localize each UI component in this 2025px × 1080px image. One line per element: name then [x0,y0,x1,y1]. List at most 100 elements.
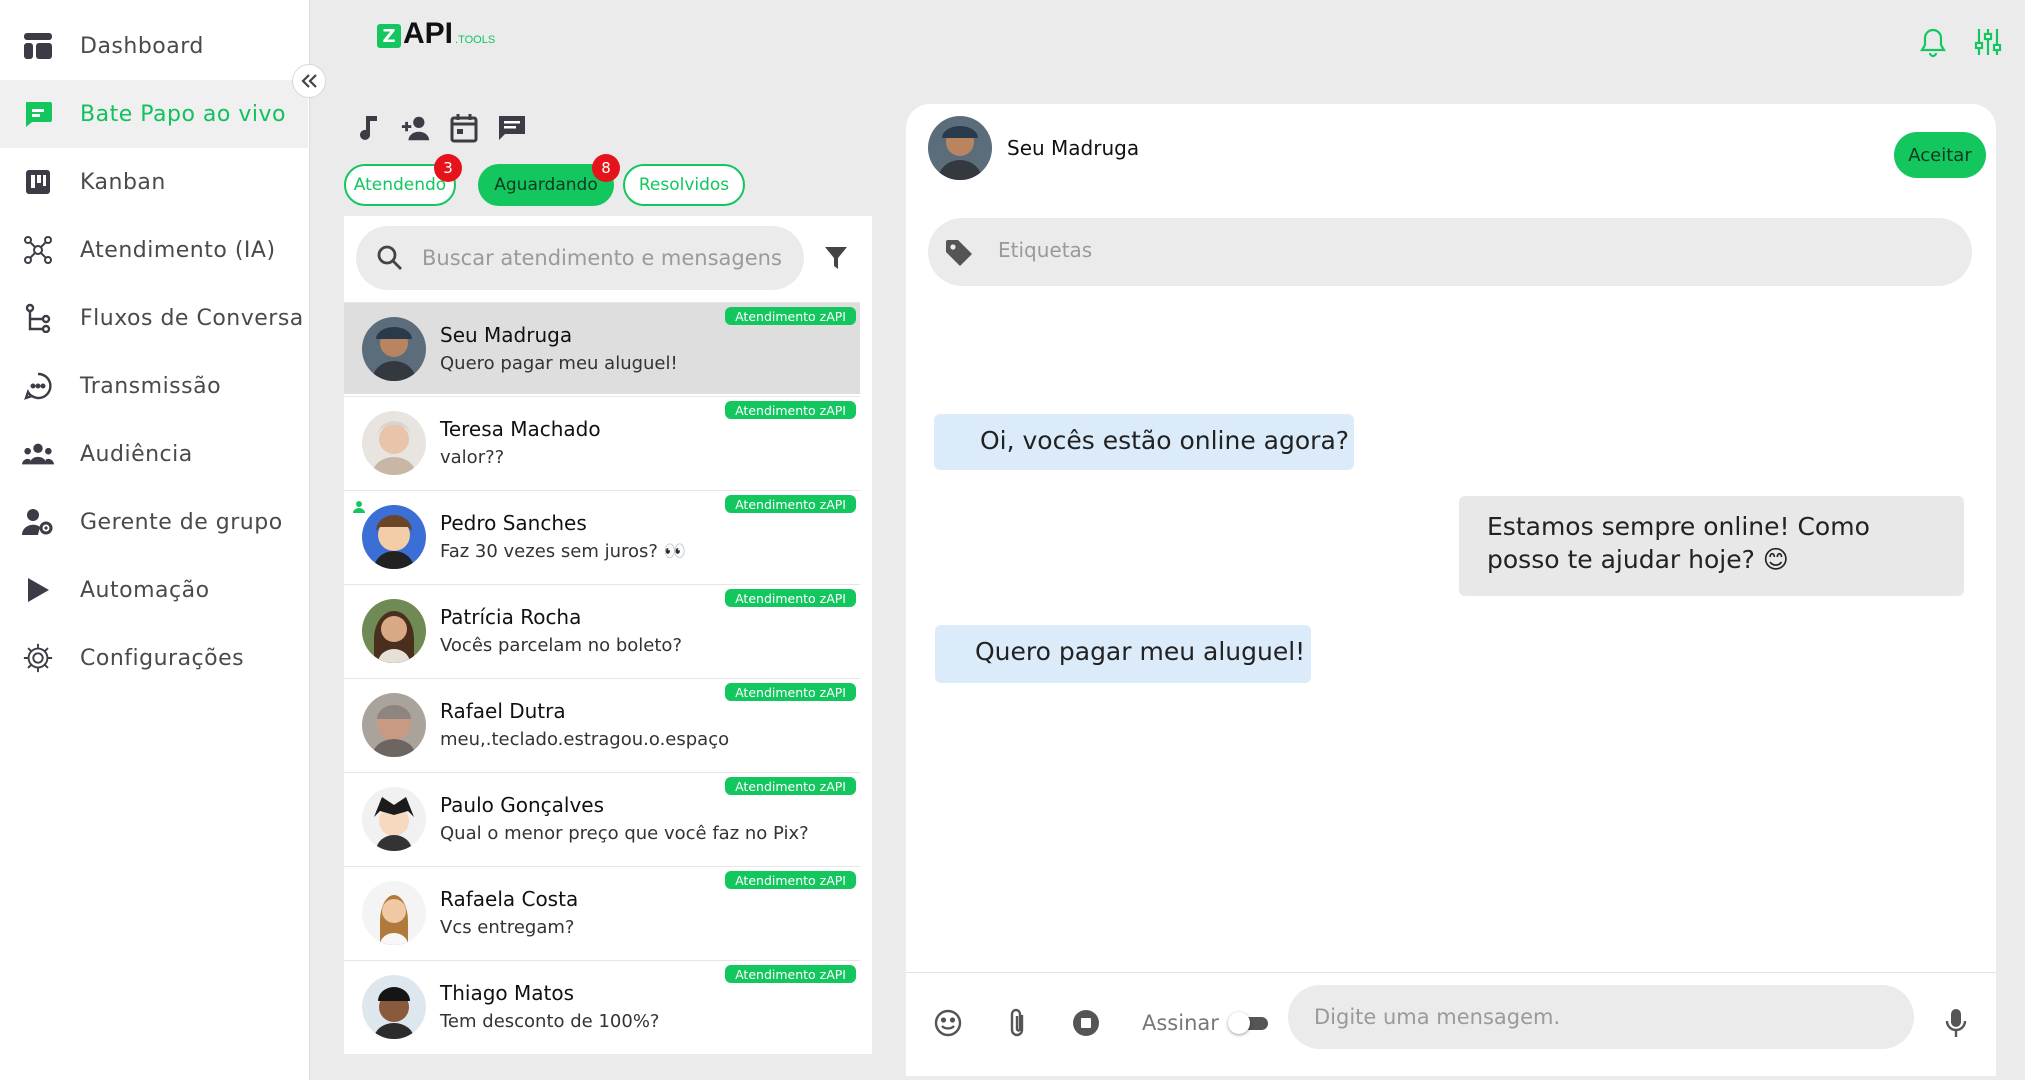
contact-name: Teresa Machado [440,417,601,441]
sidebar-item-label: Gerente de grupo [80,509,283,535]
conversation-item[interactable]: Patrícia Rocha Vocês parcelam no boleto?… [344,584,860,676]
microphone-icon[interactable] [1938,1005,1974,1041]
sidebar-item-label: Atendimento (IA) [80,237,276,263]
paperclip-icon[interactable] [1000,1005,1036,1041]
avatar [362,505,426,569]
queue-tag: Atendimento zAPI [725,495,856,513]
sidebar-item-live-chat[interactable]: Bate Papo ao vivo [0,80,308,148]
sidebar-item-label: Automação [80,577,210,603]
assigned-user-icon [352,500,366,514]
toggle-knob [1228,1012,1250,1034]
sidebar-item-label: Bate Papo ao vivo [80,101,286,127]
music-note-icon[interactable] [352,112,384,144]
group-manager-icon [22,506,54,538]
message-preview: valor?? [440,447,505,468]
tab-label: Resolvidos [638,175,730,195]
ai-network-icon [22,234,54,266]
message-icon[interactable] [496,112,528,144]
tab-resolvidos[interactable]: Resolvidos [623,164,745,206]
stop-icon[interactable] [1068,1005,1104,1041]
message-composer: Assinar [906,972,1996,1076]
message-input[interactable] [1288,985,1914,1049]
outgoing-message: Estamos sempre online! Como posso te aju… [1459,496,1964,596]
add-user-icon[interactable] [400,112,432,144]
conversation-item[interactable]: Pedro Sanches Faz 30 vezes sem juros? 👀 … [344,490,860,582]
sidebar-item-label: Transmissão [80,373,222,399]
chat-icon [22,98,54,130]
emoji-icon[interactable] [930,1005,966,1041]
message-preview: Tem desconto de 100%? [440,1011,660,1032]
sidebar: Dashboard Bate Papo ao vivo Kanban Atend… [0,0,310,1080]
queue-tag: Atendimento zAPI [725,307,856,325]
avatar [362,411,426,475]
conversation-item[interactable]: Thiago Matos Tem desconto de 100%? Atend… [344,960,860,1052]
queue-tag: Atendimento zAPI [725,683,856,701]
contact-name: Rafaela Costa [440,887,579,911]
sidebar-item-kanban[interactable]: Kanban [0,148,308,216]
double-chevron-left-icon [300,73,318,89]
flow-icon [22,302,54,334]
tab-atendendo[interactable]: Atendendo 3 [344,154,462,206]
contact-name: Thiago Matos [440,981,575,1005]
queue-tag: Atendimento zAPI [725,777,856,795]
sidebar-item-automation[interactable]: Automação [0,556,308,624]
conversation-item[interactable]: Seu Madruga Quero pagar meu aluguel! Ate… [344,302,860,394]
search-box [356,226,804,290]
kanban-icon [22,166,54,198]
logo-mark: Z [377,24,401,48]
calendar-icon[interactable] [448,112,480,144]
conversation-item[interactable]: Paulo Gonçalves Qual o menor preço que v… [344,772,860,864]
incoming-message: Oi, vocês estão online agora? [934,414,1354,470]
gear-icon [22,642,54,674]
sliders-icon[interactable] [1972,26,2004,58]
contact-name: Patrícia Rocha [440,605,582,629]
contact-name: Seu Madruga [440,323,573,347]
contact-name: Rafael Dutra [440,699,566,723]
chat-contact-name: Seu Madruga [1007,136,1140,160]
sidebar-item-label: Audiência [80,441,193,467]
incoming-message: Quero pagar meu aluguel! [935,625,1311,683]
search-input[interactable] [422,246,792,270]
avatar [362,787,426,851]
avatar [928,116,992,180]
avatar [362,317,426,381]
contact-name: Pedro Sanches [440,511,587,535]
sidebar-item-audience[interactable]: Audiência [0,420,308,488]
tags-input[interactable] [998,238,1898,262]
accept-button[interactable]: Aceitar [1894,132,1986,178]
tab-label: Atendendo [353,175,447,195]
logo-sub: .TOOLS [455,34,496,46]
sidebar-item-ai-support[interactable]: Atendimento (IA) [0,216,308,284]
audience-icon [22,438,54,470]
sidebar-item-label: Configurações [80,645,245,671]
sidebar-item-broadcast[interactable]: Transmissão [0,352,308,420]
chat-panel: Seu Madruga Aceitar Oi, vocês estão onli… [906,104,1996,1076]
sidebar-item-dashboard[interactable]: Dashboard [0,12,308,80]
message-text: Estamos sempre online! Como posso te aju… [1487,512,1870,574]
conversation-list-panel: Seu Madruga Quero pagar meu aluguel! Ate… [344,216,872,1054]
sidebar-item-label: Kanban [80,169,166,195]
conversation-item[interactable]: Rafael Dutra meu,.teclado.estragou.o.esp… [344,678,860,770]
filter-icon[interactable] [816,238,856,278]
sidebar-item-settings[interactable]: Configurações [0,624,308,692]
sidebar-item-group-manager[interactable]: Gerente de grupo [0,488,308,556]
message-preview: Quero pagar meu aluguel! [440,353,678,374]
tab-aguardando[interactable]: Aguardando 8 [478,154,620,206]
queue-tag: Atendimento zAPI [725,589,856,607]
message-preview: Faz 30 vezes sem juros? 👀 [440,541,687,562]
avatar [362,975,426,1039]
tab-badge-count: 3 [434,154,462,182]
tab-label: Aguardando [494,175,598,195]
tag-icon [944,238,974,268]
collapse-sidebar-button[interactable] [292,64,326,98]
queue-tag: Atendimento zAPI [725,965,856,983]
sidebar-item-conversation-flows[interactable]: Fluxos de Conversa [0,284,308,352]
conversation-item[interactable]: Rafaela Costa Vcs entregam? Atendimento … [344,866,860,958]
sign-toggle[interactable] [1228,1011,1270,1035]
avatar [362,881,426,945]
bell-icon[interactable] [1917,26,1949,58]
app-logo: Z API .TOOLS [377,19,496,49]
queue-tag: Atendimento zAPI [725,871,856,889]
broadcast-icon [22,370,54,402]
conversation-item[interactable]: Teresa Machado valor?? Atendimento zAPI [344,396,860,488]
